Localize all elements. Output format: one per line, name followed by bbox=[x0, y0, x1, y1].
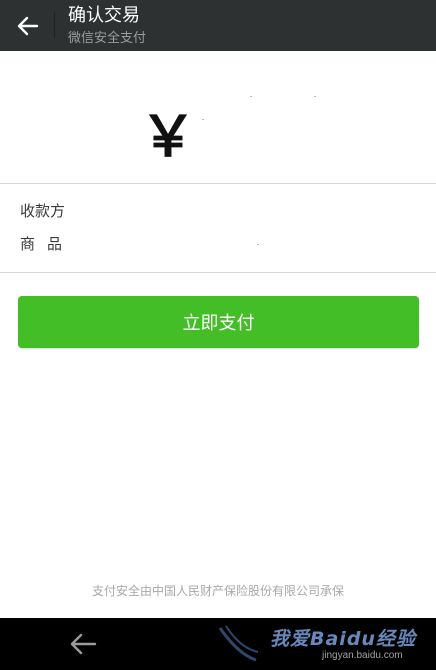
currency-symbol: ￥ bbox=[140, 105, 196, 168]
paw-logo-icon bbox=[218, 625, 258, 662]
nav-back-button[interactable] bbox=[60, 626, 106, 662]
insurance-notice: 支付安全由中国人民财产保险股份有限公司承保 bbox=[91, 584, 344, 598]
payee-label: 收款方 bbox=[20, 202, 66, 220]
title-bar: 确认交易 微信安全支付 bbox=[0, 0, 436, 51]
redaction-speck bbox=[250, 96, 252, 97]
page-subtitle: 微信安全支付 bbox=[68, 31, 147, 46]
pay-now-button[interactable]: 立即支付 bbox=[18, 296, 419, 348]
divider bbox=[0, 183, 436, 184]
redaction-speck bbox=[314, 96, 316, 97]
goods-label: 商品 bbox=[20, 235, 75, 253]
divider bbox=[0, 272, 436, 273]
arrow-left-icon bbox=[17, 16, 39, 36]
nav-back-icon bbox=[70, 633, 97, 655]
title-divider bbox=[54, 12, 55, 39]
redaction-speck bbox=[202, 119, 204, 120]
watermark: 我爱Baidu经验 jingyan.baidu.com bbox=[218, 624, 434, 668]
watermark-url: jingyan.baidu.com bbox=[322, 650, 403, 661]
watermark-brand: 我爱Baidu经验 bbox=[270, 628, 416, 650]
back-button[interactable] bbox=[6, 5, 50, 47]
page-title: 确认交易 bbox=[68, 5, 140, 26]
redaction-speck bbox=[257, 244, 259, 245]
